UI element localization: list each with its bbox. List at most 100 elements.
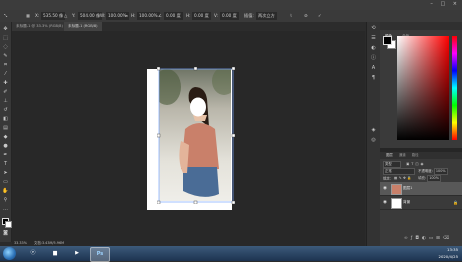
angle-input[interactable]: 0.00 度 (164, 12, 183, 20)
windows-taskbar: ⓔ ▆ ▶ Ps 13:35 2020/4/25 (0, 246, 462, 262)
healing-brush-tool-icon[interactable]: ✚ (2, 80, 9, 87)
eye-icon[interactable]: ◉ (383, 200, 388, 205)
layers-panel-tabs: 图层 通道 路径 (380, 152, 462, 159)
interpolation-label: 插值: (244, 13, 254, 18)
zoom-level[interactable]: 33.33% (14, 241, 27, 245)
quick-mask-icon[interactable]: ◙ (2, 230, 9, 237)
document-info[interactable]: 文档:3.43M/5.96M (34, 241, 64, 245)
link-icon[interactable]: ∞ (125, 12, 129, 20)
h-input[interactable]: 100.00% (137, 12, 160, 20)
photoshop-taskbar-button[interactable]: Ps (90, 247, 110, 262)
tab-paths[interactable]: 路径 (412, 153, 419, 157)
minimize-button[interactable]: – (430, 1, 436, 7)
tab-channels[interactable]: 通道 (399, 153, 406, 157)
tab-document-1[interactable]: 未标题-1 @ 33.3% (RGB/8) (12, 22, 67, 31)
history-icon[interactable]: ⟲ (370, 25, 377, 32)
delta-icon[interactable]: △ (64, 12, 67, 20)
path-select-tool-icon[interactable]: ➤ (2, 170, 9, 177)
fill-input[interactable]: 100% (427, 175, 441, 182)
clone-stamp-tool-icon[interactable]: ⊥ (2, 98, 9, 105)
adjustment-layer-icon[interactable]: ◐ (422, 236, 429, 241)
pen-tool-icon[interactable]: ✒ (2, 152, 9, 159)
close-button[interactable]: × (453, 1, 460, 7)
transform-handle (231, 200, 235, 204)
hue-slider[interactable] (452, 36, 457, 140)
brush-tool-icon[interactable]: ✐ (2, 89, 9, 96)
warp-icon[interactable]: ⌇ (290, 12, 292, 20)
layer-name: 背景 (403, 200, 411, 204)
tab-layers[interactable]: 图层 (386, 153, 393, 157)
blend-mode-select[interactable]: 正常 (383, 168, 415, 175)
w-label: W: (100, 13, 106, 18)
background-swatch[interactable] (5, 221, 12, 228)
history-brush-tool-icon[interactable]: ↺ (2, 107, 9, 114)
x-input[interactable]: 535.50 像 (41, 12, 66, 20)
folder-icon[interactable]: ▆ (46, 247, 64, 260)
layers-panel-icon[interactable]: ◈ (370, 127, 377, 134)
gradient-tool-icon[interactable]: ▤ (2, 125, 9, 132)
clock-date[interactable]: 2020/4/25 (439, 254, 458, 261)
properties-icon[interactable]: ☰ (370, 35, 377, 42)
info-icon[interactable]: ⓘ (370, 55, 377, 62)
v-skew-input[interactable]: 0.00 度 (220, 12, 239, 20)
color-panel: 颜色 色板 (380, 22, 462, 148)
eyedropper-tool-icon[interactable]: ⁄ (2, 71, 9, 78)
color-field[interactable] (397, 36, 449, 140)
v-skew-label: V: (214, 13, 218, 18)
maximize-button[interactable]: □ (440, 1, 448, 7)
zoom-tool-icon[interactable]: ⚲ (2, 197, 9, 204)
quick-select-tool-icon[interactable]: ✎ (2, 53, 9, 60)
blur-tool-icon[interactable]: ◆ (2, 134, 9, 141)
character-icon[interactable]: A (370, 65, 377, 72)
commit-check-icon[interactable]: ✓ (318, 12, 322, 20)
cancel-icon[interactable]: ⊘ (304, 12, 308, 20)
color-panel-tabs: 颜色 色板 (380, 22, 462, 38)
system-tray: 13:35 2020/4/25 (439, 247, 458, 260)
transform-handle (157, 67, 161, 71)
h-skew-input[interactable]: 0.00 度 (192, 12, 211, 20)
player-icon[interactable]: ▶ (68, 247, 86, 260)
more-tools-icon[interactable]: … (2, 206, 9, 213)
lock-row: 锁定: ▦✎✥🔒 填充: 100% (383, 175, 459, 182)
tab-document-2[interactable]: 未标题-1 (RGB/8) (64, 22, 102, 31)
layer-kind-select[interactable]: 类型 (383, 161, 401, 168)
type-tool-icon[interactable]: T (2, 161, 9, 168)
tools-panel: ✥ ⬚ ◌ ✎ ⌗ ⁄ ✚ ✐ ⊥ ↺ ◧ ▤ ◆ ● ✒ T ➤ ▭ ✋ ⚲ … (0, 22, 12, 242)
lasso-tool-icon[interactable]: ◌ (2, 44, 9, 51)
lock-icons[interactable]: ▦✎✥🔒 (394, 176, 413, 180)
transform-bounding-box[interactable] (157, 67, 235, 204)
move-tool-icon[interactable]: ✥ (2, 26, 9, 33)
link-layers-icon[interactable]: ∞ (404, 236, 411, 241)
adjustments-icon[interactable]: ◐ (370, 45, 377, 52)
transform-handle (231, 67, 235, 71)
transform-handle (231, 133, 235, 138)
ie-icon[interactable]: ⓔ (24, 247, 42, 260)
y-input[interactable]: 504.00 像 (78, 12, 103, 20)
new-layer-icon[interactable]: ⊞ (436, 236, 443, 241)
paragraph-icon[interactable]: ¶ (370, 75, 377, 82)
crop-tool-icon[interactable]: ⌗ (2, 62, 9, 69)
channels-icon[interactable]: ◎ (370, 137, 377, 144)
eraser-tool-icon[interactable]: ◧ (2, 116, 9, 123)
x-label: X: (35, 13, 40, 18)
layer-filter-row: 类型 ▣T◫◉ (383, 161, 459, 168)
trash-icon[interactable]: ⌫ (443, 236, 452, 241)
filter-icons[interactable]: ▣T◫◉ (406, 162, 425, 166)
layer-row[interactable]: ◉ 图层1 (380, 182, 462, 196)
start-button[interactable] (3, 247, 16, 260)
layer-row[interactable]: ◉ 背景 🔒 (380, 196, 462, 210)
marquee-tool-icon[interactable]: ⬚ (2, 35, 9, 42)
opacity-input[interactable]: 100% (433, 168, 448, 175)
reference-point-icon[interactable]: ▦ (26, 12, 30, 20)
window-controls: – □ × (430, 1, 460, 7)
foreground-color-swatch[interactable] (383, 36, 392, 45)
interpolation-select[interactable]: 两次立方 (256, 12, 277, 20)
dodge-tool-icon[interactable]: ● (2, 143, 9, 150)
hand-tool-icon[interactable]: ✋ (2, 188, 9, 195)
document-tabs: 未标题-1 @ 33.3% (RGB/8) 未标题-1 (RGB/8) (12, 22, 367, 31)
eye-icon[interactable]: ◉ (383, 186, 388, 191)
layer-thumbnail (391, 184, 402, 195)
transform-tool-icon[interactable]: ⤡ (4, 12, 7, 20)
shape-tool-icon[interactable]: ▭ (2, 179, 9, 186)
layer-thumbnail (391, 198, 402, 209)
